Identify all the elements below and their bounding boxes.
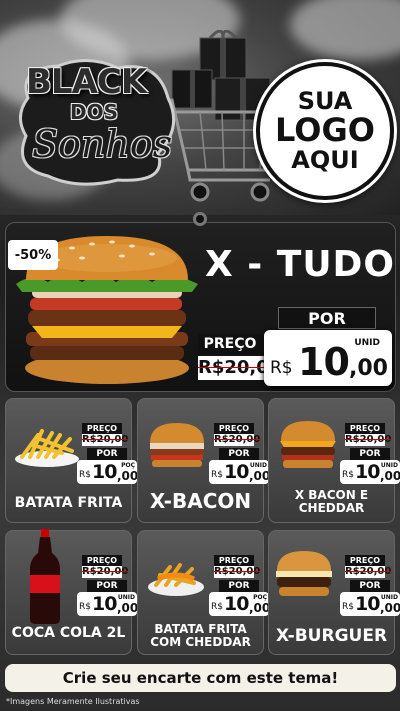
hero-product-name: X - TUDO [205,244,396,285]
title-dos: DOS [70,100,119,124]
cta-banner: Crie seu encarte com este tema! [5,664,396,692]
por-label: POR [350,580,390,592]
new-price: R$ 10,00 UNID [340,460,400,484]
por-label: POR [219,580,259,592]
unit-label: UNID [380,594,398,601]
unit-label: POÇ [121,462,135,469]
unit-label: UNID [249,462,267,469]
new-price: R$ 10,00 UNID [340,592,400,616]
discount-badge: -50% [8,240,58,270]
old-price: R$20,00 [82,566,128,578]
hero-preco-label: PREÇO [198,334,262,354]
currency: R$ [211,602,223,612]
por-label: POR [87,580,127,592]
old-price: R$20,00 [345,566,391,578]
old-price-text: R$20,00 [345,434,392,445]
logo-line-3: AQUI [291,145,359,174]
preco-label: PREÇO [214,555,254,566]
title-black: BLACK [26,62,147,102]
price-int: 10 [92,593,117,615]
hero-unit: UNID [354,338,380,348]
pin-icon [193,212,207,226]
burger-icon [146,421,208,469]
currency: R$ [342,470,354,480]
por-label: POR [87,448,127,460]
hero-price-int: 10 [298,340,350,384]
hero-new-price: R$ 10 ,00 UNID [264,330,392,386]
flyer: BLACK DOS Sonhos SUA LOGO AQUI -50% X - … [0,0,400,711]
soda-bottle-icon [28,529,62,625]
price-dec: ,00 [117,601,139,615]
new-price: R$ 10,00 UNID [209,460,270,484]
product-card: PREÇO R$20,00 POR R$ 10,00 UNID X-BACON [137,398,270,523]
hero-price-dec: ,00 [349,356,388,381]
old-price: R$20,00 [214,566,260,578]
unit-label: UNID [117,594,135,601]
price-int: 10 [224,461,249,483]
product-card: PREÇO R$20,00 POR R$ 10,00 POÇ BATATA FRITA [5,398,138,523]
currency: R$ [211,470,223,480]
old-price-text: R$20,00 [214,434,261,445]
price-dec: ,00 [380,601,400,615]
preco-label: PREÇO [82,423,122,434]
disclaimer: *Imagens Meramente Ilustrativas [6,697,140,706]
por-label: POR [350,448,390,460]
fries-icon [146,557,206,597]
currency: R$ [79,602,91,612]
price-dec: ,00 [380,469,400,483]
unit-label: POÇ [253,594,267,601]
old-price-text: R$20,00 [214,566,261,577]
product-name: COCA COLA 2L [11,625,126,641]
preco-label: PREÇO [82,555,122,566]
product-name: BATATA FRITA [14,495,123,511]
header-banner: BLACK DOS Sonhos SUA LOGO AQUI [0,0,400,215]
old-price-text: R$20,00 [82,434,129,445]
logo-placeholder: SUA LOGO AQUI [256,62,394,200]
product-name: X-BURGUER [275,626,388,646]
product-name: X-BACON [149,489,252,513]
fries-icon [12,425,82,469]
new-price: R$ 10,00 UNID [77,592,139,616]
event-title: BLACK DOS Sonhos [18,58,178,188]
unit-label: UNID [380,462,398,469]
preco-label: PREÇO [345,555,385,566]
hero-por-label: POR [278,307,376,329]
old-price-text: R$20,00 [345,566,392,577]
hero-old-price: R$20,00 [198,356,281,380]
product-name: X BACON E CHEDDAR [294,488,369,515]
price-int: 10 [355,461,380,483]
old-price: R$20,00 [345,434,391,446]
old-price: R$20,00 [214,434,260,446]
old-price-text: R$20,00 [82,566,129,577]
price-int: 10 [224,593,249,615]
burger-icon [273,549,335,599]
preco-label: PREÇO [214,423,254,434]
price-int: 10 [355,593,380,615]
old-price: R$20,00 [82,434,128,446]
price-dec: ,00 [117,469,139,483]
preco-label: PREÇO [345,423,385,434]
product-name: BATATA FRITA COM CHEDDAR [150,622,251,649]
product-card: PREÇO R$20,00 POR R$ 10,00 POÇ BATATA FRITA CO… [137,530,270,655]
new-price: R$ 10,00 POÇ [77,460,139,484]
por-label: POR [219,448,259,460]
burger-icon [277,419,339,471]
hero-currency: R$ [270,358,293,378]
currency: R$ [79,470,91,480]
price-int: 10 [92,461,117,483]
product-card: PREÇO R$20,00 POR R$ 10,00 UNID X-BURGUER [268,530,400,655]
product-card: PREÇO R$20,00 POR R$ 10,00 UNID X BACON E CHED… [268,398,400,523]
new-price: R$ 10,00 POÇ [209,592,270,616]
title-sonhos: Sonhos [32,122,173,166]
product-card: PREÇO R$20,00 POR R$ 10,00 UNID COCA COLA 2L [5,529,138,655]
currency: R$ [342,602,354,612]
logo-line-2: LOGO [275,111,375,150]
